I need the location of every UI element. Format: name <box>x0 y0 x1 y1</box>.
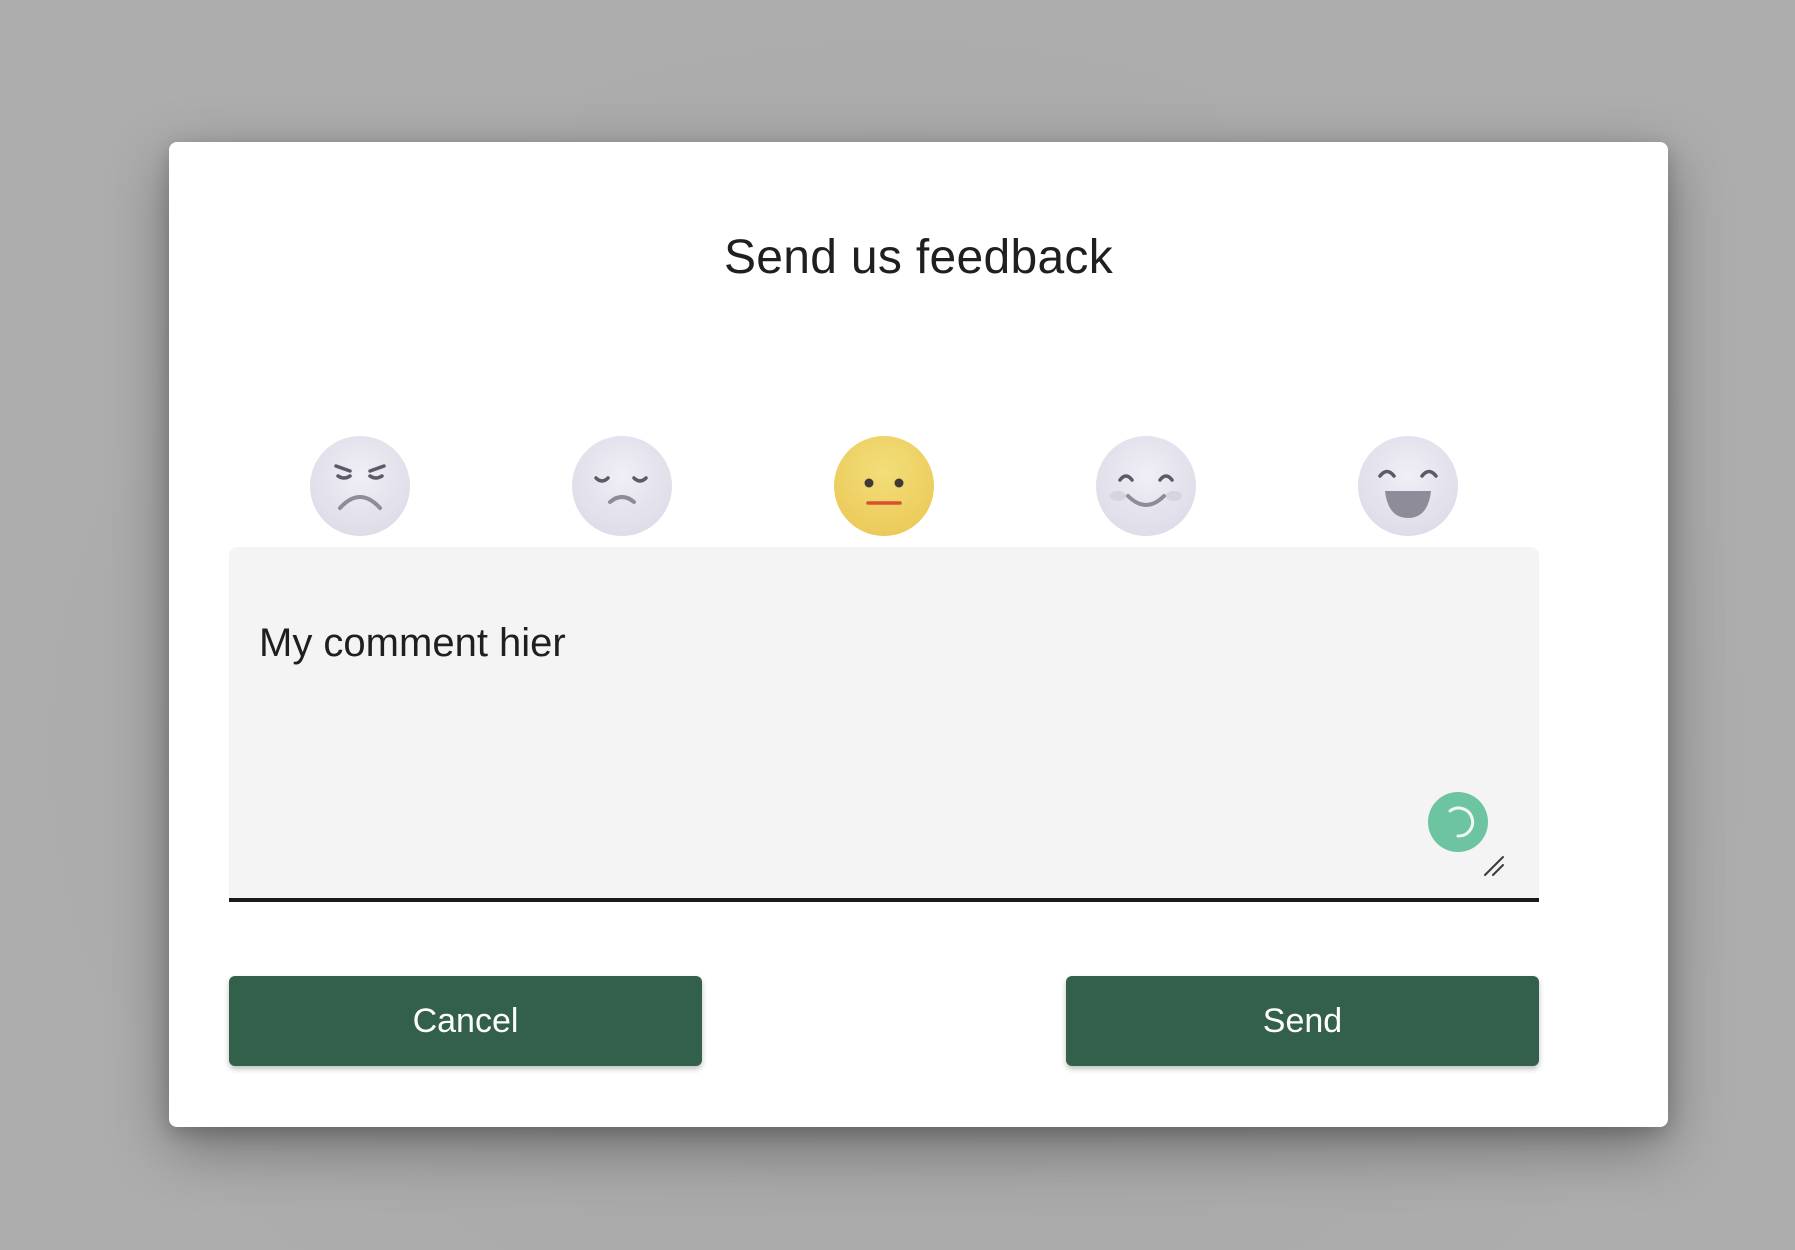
resize-handle-icon[interactable] <box>1483 855 1507 879</box>
very-happy-face-icon[interactable] <box>1358 436 1458 536</box>
loading-spinner-icon <box>1428 792 1488 852</box>
sad-face-icon[interactable] <box>572 436 672 536</box>
cancel-button[interactable]: Cancel <box>229 976 702 1066</box>
angry-face-icon[interactable] <box>310 436 410 536</box>
send-button[interactable]: Send <box>1066 976 1539 1066</box>
happy-face-icon[interactable] <box>1096 436 1196 536</box>
comment-textarea[interactable]: My comment hier <box>229 547 1539 902</box>
neutral-face-icon[interactable] <box>834 436 934 536</box>
comment-text[interactable]: My comment hier <box>259 621 566 666</box>
feedback-dialog: Send us feedback My comment hier Cancel … <box>169 142 1668 1127</box>
dialog-title: Send us feedback <box>723 231 1114 284</box>
emoji-rating <box>310 436 1538 538</box>
